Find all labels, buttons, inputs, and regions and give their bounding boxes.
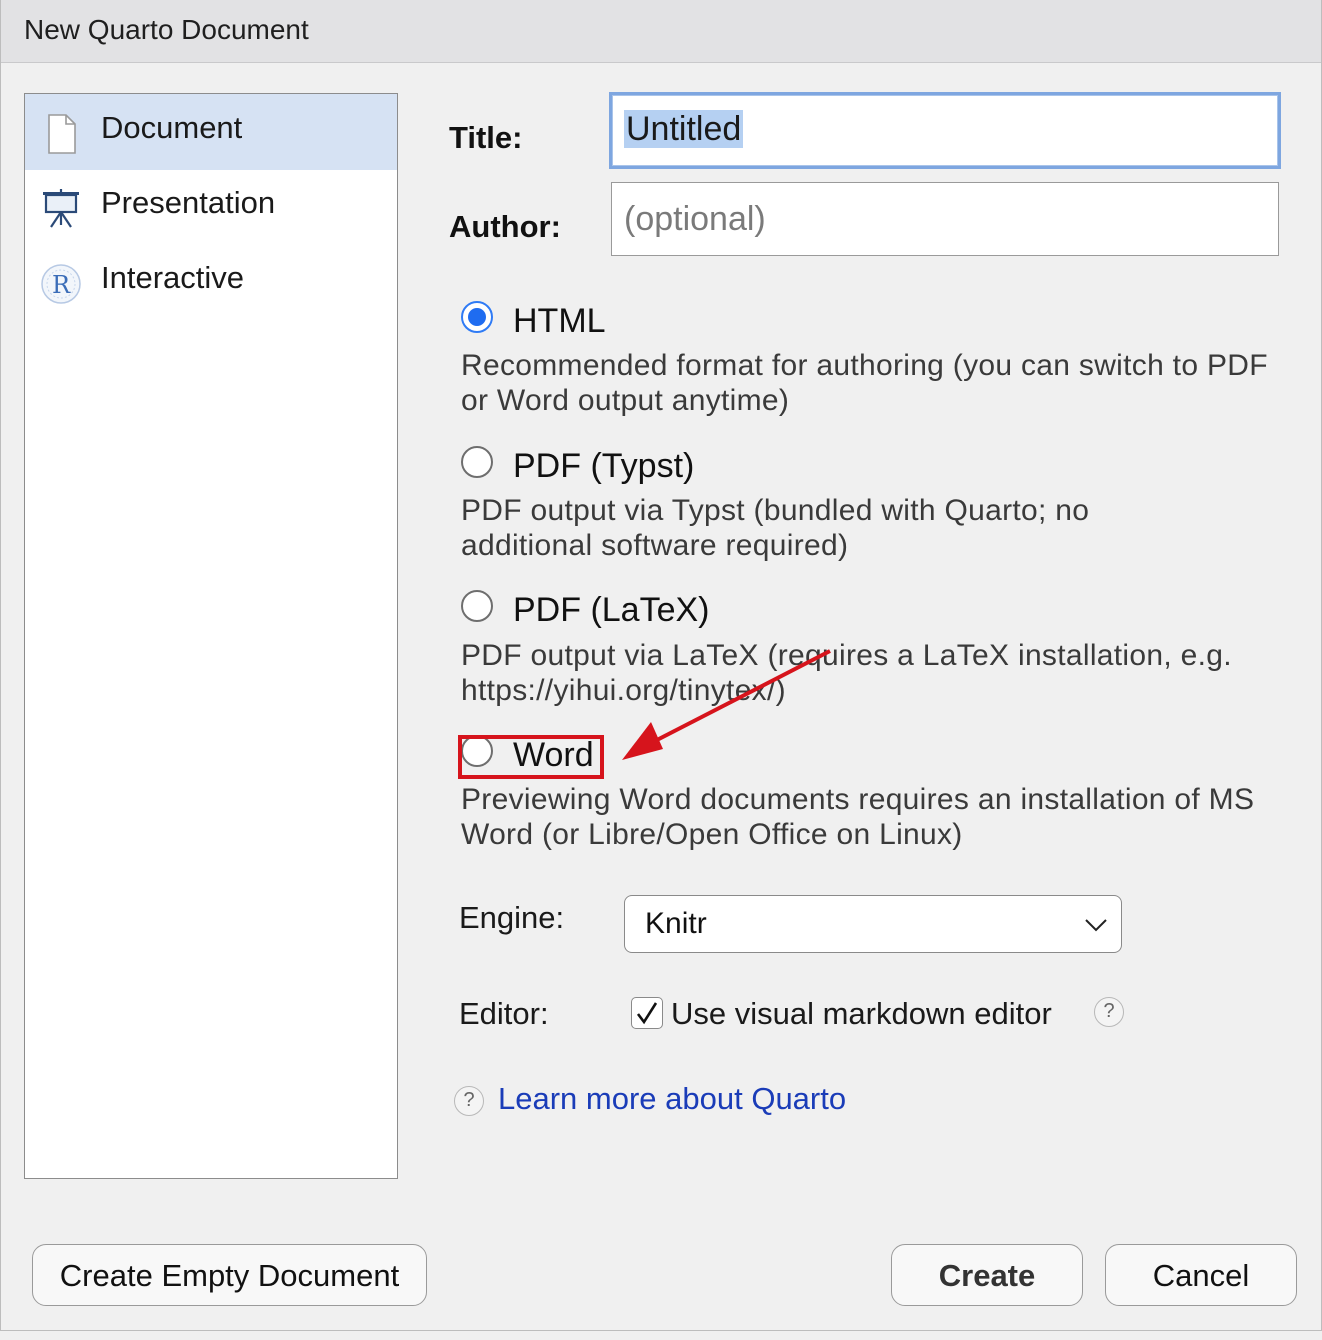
quarto-help-icon[interactable]: ? bbox=[454, 1086, 484, 1116]
author-input[interactable] bbox=[611, 182, 1279, 256]
pdf-typst-radio[interactable] bbox=[461, 446, 493, 478]
sidebar-item-presentation[interactable]: Presentation bbox=[25, 169, 397, 245]
chevron-down-icon bbox=[1085, 919, 1107, 932]
author-label: Author: bbox=[449, 209, 561, 244]
title-value: Untitled bbox=[624, 110, 744, 148]
sidebar-item-interactive[interactable]: R Interactive bbox=[25, 244, 397, 320]
r-logo-icon: R bbox=[41, 264, 81, 304]
sidebar-item-label: Presentation bbox=[101, 185, 276, 220]
editor-help-icon[interactable]: ? bbox=[1094, 997, 1124, 1027]
word-option-description: Previewing Word documents requires an in… bbox=[461, 783, 1255, 851]
create-button[interactable]: Create bbox=[891, 1244, 1083, 1306]
learn-more-link[interactable]: Learn more about Quarto bbox=[498, 1081, 846, 1117]
sidebar-item-label: Interactive bbox=[101, 260, 245, 295]
editor-label: Editor: bbox=[459, 996, 549, 1031]
visual-editor-checkbox[interactable] bbox=[631, 997, 663, 1029]
cancel-button[interactable]: Cancel bbox=[1105, 1244, 1297, 1306]
pdf-latex-option-label[interactable]: PDF (LaTeX) bbox=[513, 591, 710, 630]
title-input[interactable]: Untitled bbox=[609, 92, 1281, 169]
pdf-typst-option-description: PDF output via Typst (bundled with Quart… bbox=[461, 494, 1090, 562]
word-highlight-box bbox=[458, 735, 604, 779]
presentation-icon bbox=[43, 189, 79, 228]
svg-text:R: R bbox=[52, 271, 71, 299]
title-bar: New Quarto Document bbox=[0, 0, 1322, 63]
pdf-latex-option-description: PDF output via LaTeX (requires a LaTeX i… bbox=[461, 639, 1232, 707]
checkmark-icon bbox=[636, 1002, 658, 1025]
pdf-latex-radio[interactable] bbox=[461, 590, 493, 622]
html-option-description: Recommended format for authoring (you ca… bbox=[461, 349, 1268, 417]
engine-value: Knitr bbox=[645, 907, 707, 940]
template-sidebar: Document Presentation R Interactive bbox=[24, 93, 398, 1179]
pdf-typst-option-label[interactable]: PDF (Typst) bbox=[513, 447, 694, 486]
document-icon bbox=[48, 114, 76, 154]
title-label: Title: bbox=[449, 120, 523, 155]
sidebar-item-document[interactable]: Document bbox=[25, 94, 397, 170]
engine-select[interactable]: Knitr bbox=[624, 895, 1122, 953]
html-option-label[interactable]: HTML bbox=[513, 302, 606, 341]
sidebar-item-label: Document bbox=[101, 110, 243, 145]
visual-editor-label[interactable]: Use visual markdown editor bbox=[671, 996, 1052, 1032]
engine-label: Engine: bbox=[459, 900, 565, 935]
create-empty-document-button[interactable]: Create Empty Document bbox=[32, 1244, 427, 1306]
html-radio[interactable] bbox=[461, 301, 493, 333]
window-title: New Quarto Document bbox=[24, 14, 309, 45]
